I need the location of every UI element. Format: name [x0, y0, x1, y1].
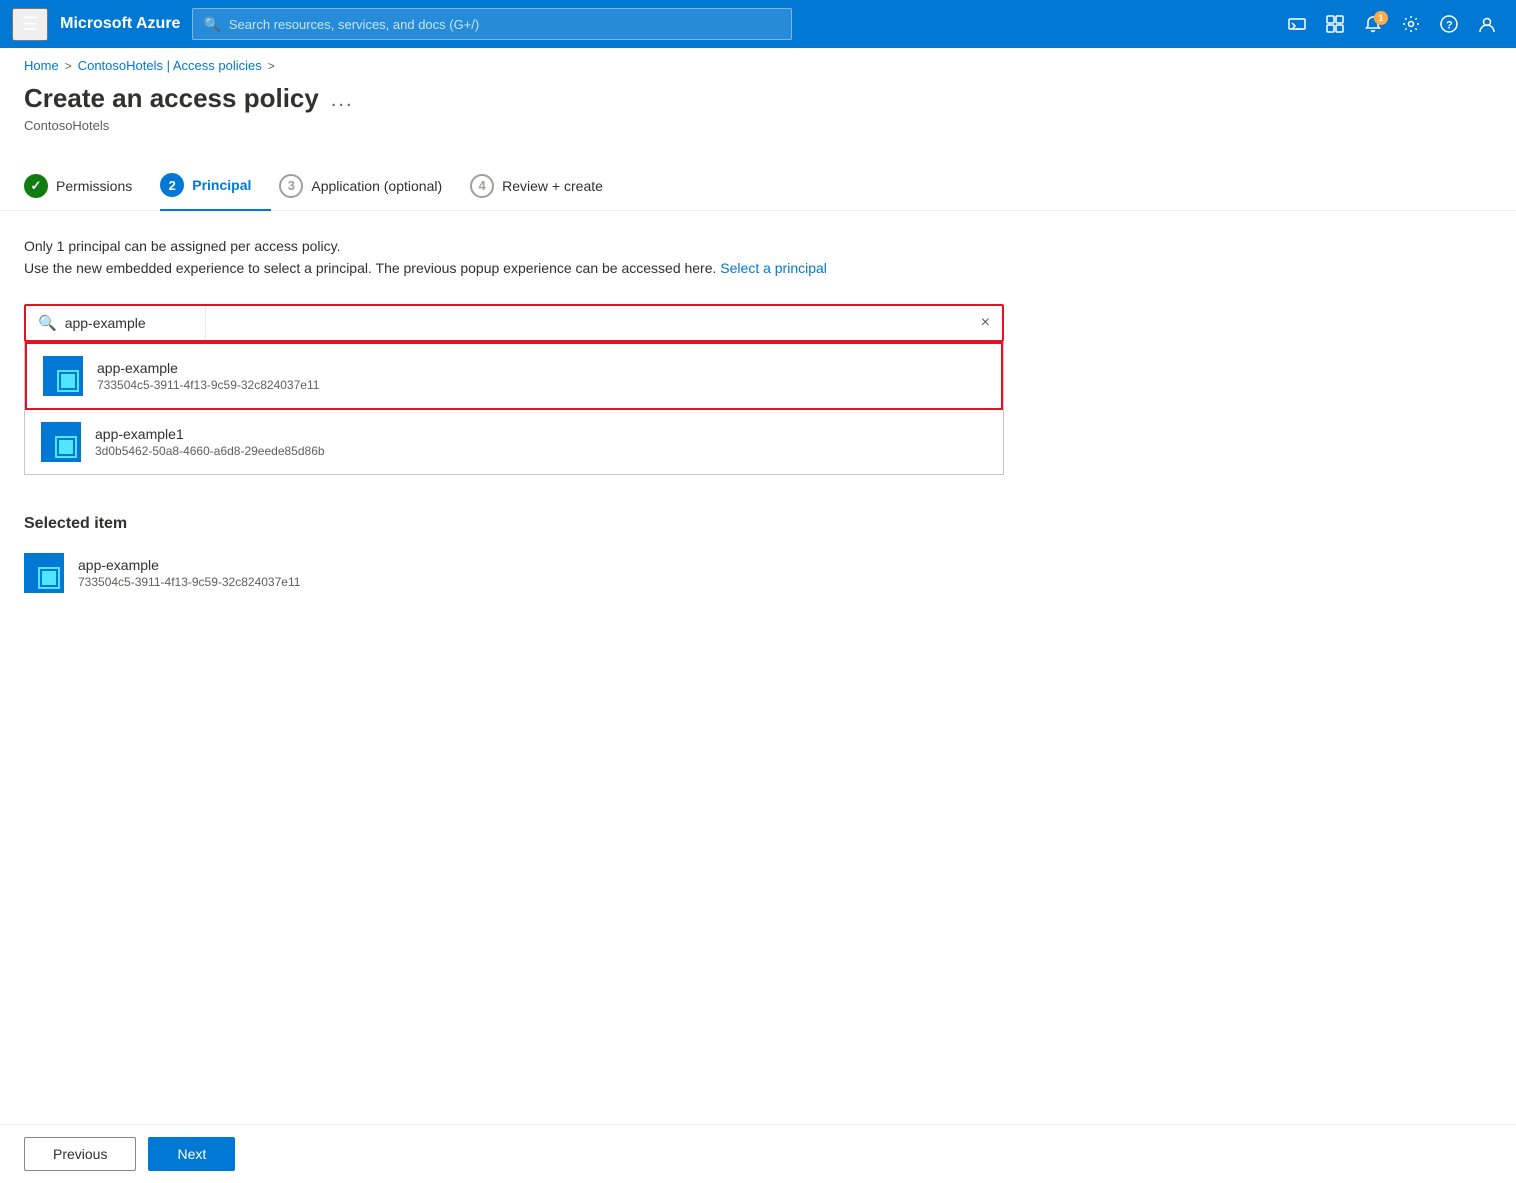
result-id-0: 733504c5-3911-4f13-9c59-32c824037e11	[97, 378, 985, 392]
more-options-button[interactable]: ...	[331, 89, 354, 112]
global-search-box[interactable]: 🔍	[192, 8, 792, 40]
account-button[interactable]	[1470, 9, 1504, 39]
breadcrumb-parent[interactable]: ContosoHotels | Access policies	[78, 58, 262, 73]
svg-text:?: ?	[1446, 20, 1453, 32]
step-1-label: Permissions	[56, 178, 132, 194]
result-id-1: 3d0b5462-50a8-4660-a6d8-29eede85d86b	[95, 444, 987, 458]
info-line-2: Use the new embedded experience to selec…	[24, 257, 1076, 279]
next-button[interactable]: Next	[148, 1137, 235, 1171]
step-principal[interactable]: 2 Principal	[160, 165, 271, 211]
select-principal-link[interactable]: Select a principal	[720, 260, 827, 276]
search-icon: 🔍	[203, 16, 220, 33]
search-input[interactable]	[229, 17, 782, 32]
selected-item-info: app-example 733504c5-3911-4f13-9c59-32c8…	[78, 557, 1076, 589]
step-1-circle: ✓	[24, 174, 48, 198]
result-info-1: app-example1 3d0b5462-50a8-4660-a6d8-29e…	[95, 426, 987, 458]
principal-search-input[interactable]	[65, 315, 185, 331]
result-name-1: app-example1	[95, 426, 987, 442]
search-result-selected: app-example 733504c5-3911-4f13-9c59-32c8…	[25, 342, 1003, 410]
selected-item-icon	[24, 553, 64, 593]
step-application[interactable]: 3 Application (optional)	[279, 166, 462, 210]
search-area: 🔍 ×	[24, 304, 1004, 475]
page-subtitle: ContosoHotels	[24, 118, 1492, 133]
nav-icon-group: 1 ?	[1280, 9, 1504, 39]
settings-button[interactable]	[1394, 9, 1428, 39]
cloud-shell-button[interactable]	[1280, 9, 1314, 39]
page-title: Create an access policy	[24, 83, 319, 114]
step-2-label: Principal	[192, 177, 251, 193]
help-button[interactable]: ?	[1432, 9, 1466, 39]
step-2-circle: 2	[160, 173, 184, 197]
selected-section: Selected item app-example 733504c5-3911-…	[24, 515, 1076, 597]
step-permissions[interactable]: ✓ Permissions	[24, 166, 152, 210]
top-navigation: ☰ Microsoft Azure 🔍 1 ?	[0, 0, 1516, 48]
result-name-0: app-example	[97, 360, 985, 376]
main-content: Only 1 principal can be assigned per acc…	[0, 211, 1100, 621]
breadcrumb-home[interactable]: Home	[24, 58, 59, 73]
step-review[interactable]: 4 Review + create	[470, 166, 623, 210]
search-result-item-1[interactable]: app-example1 3d0b5462-50a8-4660-a6d8-29e…	[25, 410, 1003, 474]
brand-logo: Microsoft Azure	[60, 15, 180, 33]
notification-badge: 1	[1374, 11, 1388, 25]
selected-item-name: app-example	[78, 557, 1076, 573]
step-3-circle: 3	[279, 174, 303, 198]
step-3-label: Application (optional)	[311, 178, 442, 194]
step-4-circle: 4	[470, 174, 494, 198]
notifications-button[interactable]: 1	[1356, 9, 1390, 39]
previous-button[interactable]: Previous	[24, 1137, 136, 1171]
breadcrumb-sep-2: >	[268, 59, 275, 73]
search-result-item-0[interactable]: app-example 733504c5-3911-4f13-9c59-32c8…	[27, 344, 1001, 408]
search-icon-left: 🔍	[38, 314, 57, 332]
info-line-1: Only 1 principal can be assigned per acc…	[24, 235, 1076, 257]
selected-item-id: 733504c5-3911-4f13-9c59-32c824037e11	[78, 575, 1076, 589]
page-header: Create an access policy ... ContosoHotel…	[0, 83, 1516, 149]
clear-search-button[interactable]: ×	[981, 314, 990, 332]
hamburger-menu[interactable]: ☰	[12, 8, 48, 41]
search-results: app-example 733504c5-3911-4f13-9c59-32c8…	[24, 342, 1004, 475]
result-info-0: app-example 733504c5-3911-4f13-9c59-32c8…	[97, 360, 985, 392]
selected-item: app-example 733504c5-3911-4f13-9c59-32c8…	[24, 549, 1076, 597]
app-icon-1	[41, 422, 81, 462]
wizard-steps: ✓ Permissions 2 Principal 3 Application …	[0, 149, 1516, 211]
portal-menu-button[interactable]	[1318, 9, 1352, 39]
info-text: Only 1 principal can be assigned per acc…	[24, 235, 1076, 280]
bottom-action-bar: Previous Next	[0, 1124, 1516, 1183]
step-4-label: Review + create	[502, 178, 603, 194]
breadcrumb-sep-1: >	[65, 59, 72, 73]
breadcrumb: Home > ContosoHotels | Access policies >	[0, 48, 1516, 83]
app-icon-0	[43, 356, 83, 396]
selected-section-title: Selected item	[24, 515, 1076, 533]
